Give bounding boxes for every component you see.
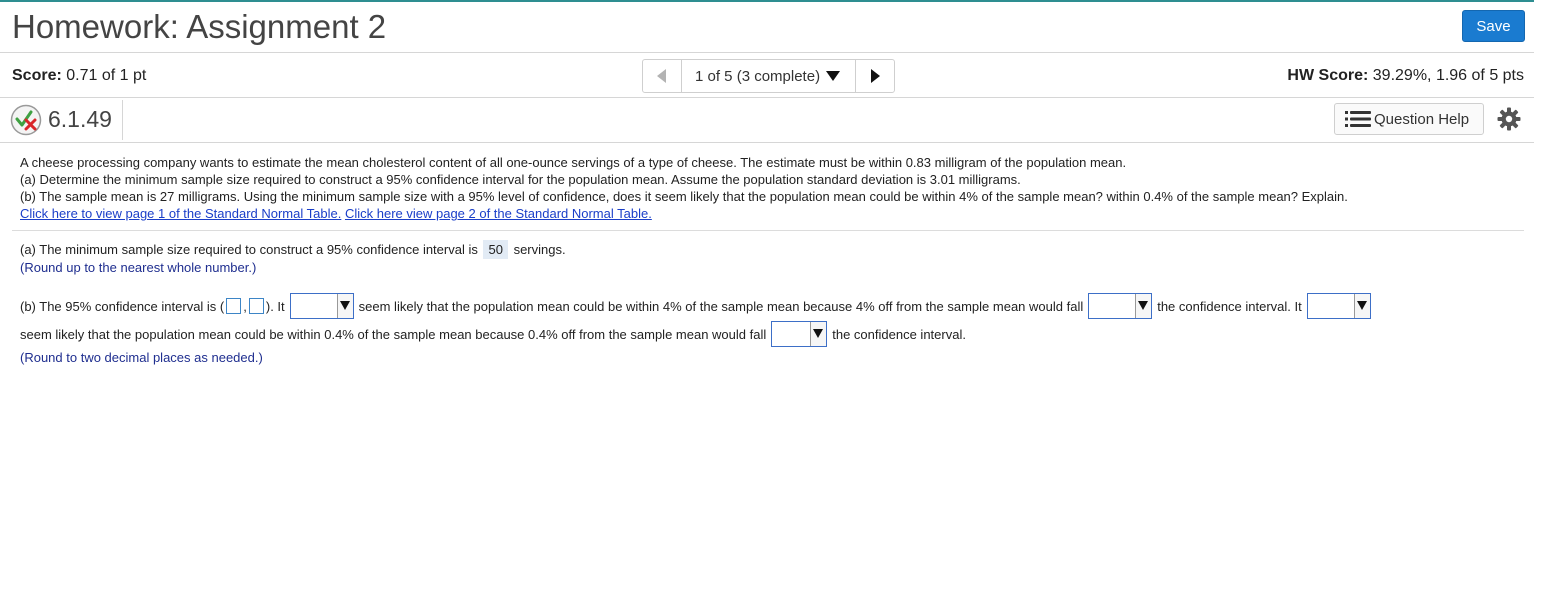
- normal-table-page-1-link[interactable]: Click here to view page 1 of the Standar…: [20, 206, 341, 221]
- answer-b-hint: (Round to two decimal places as needed.): [20, 350, 263, 365]
- score-value: 0.71 of 1 pt: [66, 67, 147, 84]
- question-bar: 6.1.49 Question Help: [0, 98, 1534, 143]
- question-navigator: 1 of 5 (3 complete): [642, 59, 895, 93]
- score-label: Score:: [12, 67, 62, 84]
- save-button[interactable]: Save: [1462, 10, 1525, 42]
- score-bar: Score: 0.71 of 1 pt 1 of 5 (3 complete) …: [0, 53, 1534, 98]
- answer-b-text-5: seem likely that the population mean cou…: [20, 326, 767, 342]
- gear-icon[interactable]: [1497, 107, 1521, 131]
- answer-a-hint: (Round up to the nearest whole number.): [20, 260, 257, 275]
- divider: [122, 100, 123, 140]
- answer-b-text-3: seem likely that the population mean cou…: [358, 298, 1084, 314]
- problem-text: A cheese processing company wants to est…: [20, 155, 1127, 170]
- problem-part-a: (a) Determine the minimum sample size re…: [20, 172, 1021, 187]
- answer-b-line-2: seem likely that the population mean cou…: [20, 320, 1520, 348]
- question-number: 6.1.49: [48, 106, 112, 132]
- question-score: Score: 0.71 of 1 pt: [12, 67, 146, 85]
- answer-b-text-2: ). It: [265, 298, 285, 314]
- ci-upper-input[interactable]: [248, 298, 264, 314]
- hw-score-value: 39.29%, 1.96 of 5 pts: [1372, 67, 1524, 84]
- homework-score: HW Score: 39.29%, 1.96 of 5 pts: [1287, 67, 1524, 85]
- answer-b-line-1: (b) The 95% confidence interval is ( , )…: [20, 292, 1520, 320]
- sample-size-answer: 50: [483, 240, 508, 259]
- partial-credit-icon: [10, 104, 42, 136]
- page-title: Homework: Assignment 2: [12, 8, 387, 45]
- next-question-button[interactable]: [856, 60, 894, 92]
- answer-b-text-4: the confidence interval. It: [1157, 298, 1302, 314]
- section-divider: [12, 230, 1524, 231]
- answer-part-b: (b) The 95% confidence interval is ( , )…: [20, 292, 1520, 348]
- answer-a-prefix: (a) The minimum sample size required to …: [20, 242, 478, 257]
- likelihood-0-4pct-dropdown[interactable]: [1306, 293, 1371, 319]
- caret-down-icon: [826, 71, 841, 81]
- list-icon: [1345, 111, 1371, 127]
- likelihood-4pct-dropdown[interactable]: [289, 293, 354, 319]
- question-selector-label: 1 of 5 (3 complete): [695, 67, 821, 85]
- hw-score-label: HW Score:: [1287, 67, 1369, 84]
- normal-table-page-2-link[interactable]: Click here view page 2 of the Standard N…: [345, 206, 652, 221]
- answer-b-text-6: the confidence interval.: [832, 326, 966, 342]
- answer-part-a: (a) The minimum sample size required to …: [20, 240, 566, 276]
- previous-question-button[interactable]: [643, 60, 682, 92]
- question-help-button[interactable]: Question Help: [1334, 103, 1484, 135]
- answer-a-suffix: servings.: [513, 242, 566, 257]
- answer-b-text-1: (b) The 95% confidence interval is (: [20, 298, 225, 314]
- problem-statement: A cheese processing company wants to est…: [20, 154, 1520, 222]
- question-help-label: Question Help: [1374, 110, 1470, 128]
- fall-4pct-dropdown[interactable]: [1088, 293, 1153, 319]
- ci-lower-input[interactable]: [226, 298, 242, 314]
- question-selector[interactable]: 1 of 5 (3 complete): [682, 60, 856, 92]
- table-links: Click here to view page 1 of the Standar…: [20, 205, 1520, 222]
- answer-b-comma: ,: [243, 298, 247, 314]
- fall-0-4pct-dropdown[interactable]: [771, 321, 828, 347]
- page-header: Homework: Assignment 2 Save: [0, 2, 1534, 53]
- problem-part-b: (b) The sample mean is 27 milligrams. Us…: [20, 189, 1348, 204]
